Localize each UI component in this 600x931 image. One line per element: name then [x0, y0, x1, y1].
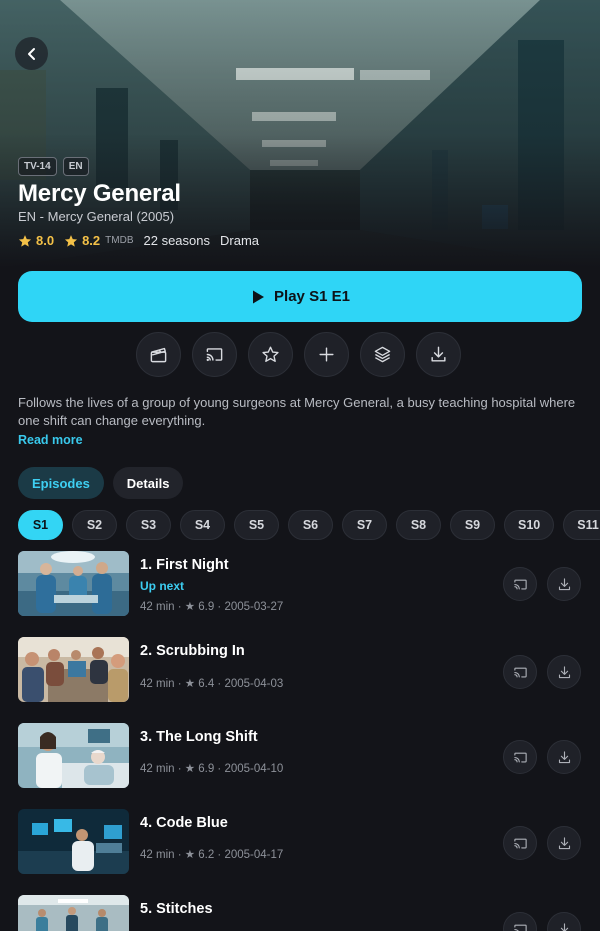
- star-outline-icon: [262, 346, 279, 362]
- cast-episode-button[interactable]: [503, 740, 537, 774]
- download-icon: [558, 922, 570, 931]
- rating-source: TMDB: [105, 235, 134, 246]
- cast-icon: [513, 838, 527, 848]
- season-chip[interactable]: S1: [18, 510, 63, 540]
- star-icon: [18, 234, 32, 247]
- episode-title: 3. The Long Shift: [140, 729, 258, 745]
- cast-button[interactable]: [192, 332, 237, 377]
- play-icon: [253, 290, 265, 303]
- episode-image: [18, 551, 129, 616]
- show-title: Mercy General: [18, 180, 181, 207]
- cast-episode-button[interactable]: [503, 655, 537, 689]
- user-rating: 8.0: [18, 233, 54, 248]
- download-button[interactable]: [416, 332, 461, 377]
- episode-image: [18, 723, 129, 788]
- season-chip[interactable]: S5: [234, 510, 279, 540]
- download-icon: [558, 836, 570, 849]
- episode-row[interactable]: 1. First Night Up next 42 min · ★ 6.9 · …: [0, 551, 600, 617]
- description: Follows the lives of a group of young su…: [18, 395, 576, 428]
- episode-thumbnail[interactable]: [18, 637, 129, 702]
- episode-row[interactable]: 4. Code Blue 42 min · ★ 6.2 · 2005-04-17: [0, 809, 600, 875]
- up-next-label: Up next: [140, 579, 185, 593]
- download-icon: [558, 750, 570, 763]
- episode-title: 1. First Night: [140, 557, 229, 573]
- read-more-link[interactable]: Read more: [18, 433, 83, 447]
- play-button[interactable]: Play S1 E1: [18, 271, 582, 322]
- episode-row[interactable]: 5. Stitches: [0, 895, 600, 931]
- episode-meta: 42 min · ★ 6.9 · 2005-04-10: [140, 763, 284, 775]
- cast-icon: [513, 924, 527, 931]
- tab-bar: Episodes Details: [18, 467, 184, 499]
- season-chip[interactable]: S4: [180, 510, 225, 540]
- download-icon: [431, 346, 446, 362]
- episode-title: 4. Code Blue: [140, 815, 228, 831]
- season-chip[interactable]: S9: [450, 510, 495, 540]
- back-button[interactable]: [15, 37, 48, 70]
- add-to-list-button[interactable]: [304, 332, 349, 377]
- episode-image: [18, 637, 129, 702]
- episode-thumbnail[interactable]: [18, 809, 129, 874]
- episode-image: [18, 809, 129, 874]
- trailer-button[interactable]: [136, 332, 181, 377]
- play-label: Play S1 E1: [274, 288, 350, 305]
- download-episode-button[interactable]: [547, 655, 581, 689]
- badge-row: TV-14 EN: [18, 157, 89, 176]
- cast-icon: [513, 579, 527, 589]
- language-badge: EN: [62, 157, 89, 176]
- episode-thumbnail[interactable]: [18, 723, 129, 788]
- download-icon: [558, 577, 570, 590]
- chevron-left-icon: [27, 47, 35, 60]
- season-chip[interactable]: S7: [342, 510, 387, 540]
- show-meta: 8.0 8.2 TMDB 22 seasons Drama: [18, 233, 259, 248]
- genre: Drama: [220, 233, 260, 248]
- episode-row[interactable]: 2. Scrubbing In 42 min · ★ 6.4 · 2005-04…: [0, 637, 600, 703]
- episode-row[interactable]: 3. The Long Shift 42 min · ★ 6.9 · 2005-…: [0, 723, 600, 789]
- tmdb-rating: 8.2 TMDB: [64, 233, 134, 248]
- star-icon: [65, 234, 78, 247]
- season-chip[interactable]: S6: [288, 510, 333, 540]
- cast-icon: [513, 667, 527, 677]
- show-subtitle: EN - Mercy General (2005): [18, 209, 175, 224]
- season-chip[interactable]: S2: [72, 510, 117, 540]
- collections-button[interactable]: [360, 332, 405, 377]
- cast-icon: [206, 348, 223, 362]
- episode-title: 2. Scrubbing In: [140, 643, 245, 659]
- cast-episode-button[interactable]: [503, 826, 537, 860]
- season-chip[interactable]: S3: [126, 510, 171, 540]
- rating-value: 8.2: [82, 233, 101, 248]
- episode-title: 5. Stitches: [140, 901, 213, 917]
- episode-meta: 42 min · ★ 6.9 · 2005-03-27: [140, 601, 284, 613]
- download-icon: [558, 665, 570, 678]
- download-episode-button[interactable]: [547, 567, 581, 601]
- download-episode-button[interactable]: [547, 740, 581, 774]
- download-episode-button[interactable]: [547, 826, 581, 860]
- season-chip[interactable]: S10: [504, 510, 555, 540]
- clapperboard-icon: [150, 347, 167, 363]
- episode-thumbnail[interactable]: [18, 551, 129, 616]
- cast-episode-button[interactable]: [503, 567, 537, 601]
- hero-image: [0, 0, 600, 268]
- episode-meta: 42 min · ★ 6.4 · 2005-04-03: [140, 678, 284, 690]
- content-rating-badge: TV-14: [18, 157, 57, 176]
- plus-icon: [319, 347, 334, 362]
- action-bar: [136, 332, 461, 377]
- episode-thumbnail[interactable]: [18, 895, 129, 931]
- cast-icon: [513, 752, 527, 762]
- seasons-count: 22 seasons: [143, 233, 211, 248]
- tab-details[interactable]: Details: [112, 467, 184, 499]
- season-selector: S1 S2 S3 S4 S5 S6 S7 S8 S9 S10 S11: [18, 510, 600, 540]
- episode-meta: 42 min · ★ 6.2 · 2005-04-17: [140, 849, 284, 861]
- cast-episode-button[interactable]: [503, 912, 537, 931]
- hero-banner: TV-14 EN Mercy General EN - Mercy Genera…: [0, 0, 600, 268]
- season-chip[interactable]: S11: [563, 510, 600, 540]
- episode-image: [18, 895, 129, 931]
- rating-value: 8.0: [36, 233, 55, 248]
- favorite-button[interactable]: [248, 332, 293, 377]
- download-episode-button[interactable]: [547, 912, 581, 931]
- season-chip[interactable]: S8: [396, 510, 441, 540]
- tab-episodes[interactable]: Episodes: [18, 467, 104, 499]
- layers-icon: [374, 346, 391, 363]
